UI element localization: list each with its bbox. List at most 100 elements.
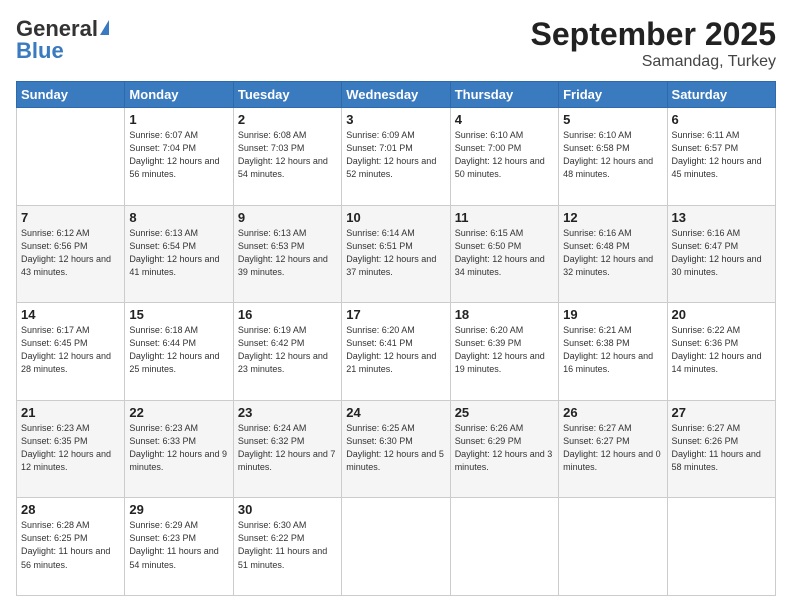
- sunset-text: Sunset: 6:39 PM: [455, 338, 522, 348]
- sunrise-text: Sunrise: 6:13 AM: [129, 228, 198, 238]
- logo-blue: Blue: [16, 38, 64, 64]
- day-info: Sunrise: 6:17 AM Sunset: 6:45 PM Dayligh…: [21, 324, 120, 376]
- sunset-text: Sunset: 6:50 PM: [455, 241, 522, 251]
- sunset-text: Sunset: 6:42 PM: [238, 338, 305, 348]
- day-info: Sunrise: 6:11 AM Sunset: 6:57 PM Dayligh…: [672, 129, 771, 181]
- calendar-cell: 8 Sunrise: 6:13 AM Sunset: 6:54 PM Dayli…: [125, 205, 233, 303]
- day-info: Sunrise: 6:26 AM Sunset: 6:29 PM Dayligh…: [455, 422, 554, 474]
- day-info: Sunrise: 6:23 AM Sunset: 6:35 PM Dayligh…: [21, 422, 120, 474]
- sunset-text: Sunset: 6:30 PM: [346, 436, 413, 446]
- day-info: Sunrise: 6:10 AM Sunset: 6:58 PM Dayligh…: [563, 129, 662, 181]
- day-info: Sunrise: 6:29 AM Sunset: 6:23 PM Dayligh…: [129, 519, 228, 571]
- sunrise-text: Sunrise: 6:24 AM: [238, 423, 307, 433]
- calendar-cell: 17 Sunrise: 6:20 AM Sunset: 6:41 PM Dayl…: [342, 303, 450, 401]
- calendar-cell: 28 Sunrise: 6:28 AM Sunset: 6:25 PM Dayl…: [17, 498, 125, 596]
- day-info: Sunrise: 6:16 AM Sunset: 6:47 PM Dayligh…: [672, 227, 771, 279]
- header-tuesday: Tuesday: [233, 82, 341, 108]
- sunset-text: Sunset: 7:01 PM: [346, 143, 413, 153]
- page-header: General Blue September 2025 Samandag, Tu…: [16, 16, 776, 71]
- daylight-text: Daylight: 12 hours and 56 minutes.: [129, 156, 219, 179]
- daylight-text: Daylight: 12 hours and 32 minutes.: [563, 254, 653, 277]
- daylight-text: Daylight: 12 hours and 41 minutes.: [129, 254, 219, 277]
- calendar-cell: 25 Sunrise: 6:26 AM Sunset: 6:29 PM Dayl…: [450, 400, 558, 498]
- sunset-text: Sunset: 6:48 PM: [563, 241, 630, 251]
- sunrise-text: Sunrise: 6:23 AM: [21, 423, 90, 433]
- daylight-text: Daylight: 12 hours and 43 minutes.: [21, 254, 111, 277]
- calendar-cell: 27 Sunrise: 6:27 AM Sunset: 6:26 PM Dayl…: [667, 400, 775, 498]
- sunrise-text: Sunrise: 6:08 AM: [238, 130, 307, 140]
- daylight-text: Daylight: 12 hours and 30 minutes.: [672, 254, 762, 277]
- daylight-text: Daylight: 12 hours and 39 minutes.: [238, 254, 328, 277]
- sunrise-text: Sunrise: 6:20 AM: [455, 325, 524, 335]
- daylight-text: Daylight: 12 hours and 37 minutes.: [346, 254, 436, 277]
- day-number: 12: [563, 210, 662, 225]
- sunrise-text: Sunrise: 6:17 AM: [21, 325, 90, 335]
- calendar-cell: 23 Sunrise: 6:24 AM Sunset: 6:32 PM Dayl…: [233, 400, 341, 498]
- sunset-text: Sunset: 6:47 PM: [672, 241, 739, 251]
- calendar-cell: 13 Sunrise: 6:16 AM Sunset: 6:47 PM Dayl…: [667, 205, 775, 303]
- sunrise-text: Sunrise: 6:23 AM: [129, 423, 198, 433]
- day-info: Sunrise: 6:10 AM Sunset: 7:00 PM Dayligh…: [455, 129, 554, 181]
- calendar-cell: 2 Sunrise: 6:08 AM Sunset: 7:03 PM Dayli…: [233, 108, 341, 206]
- daylight-text: Daylight: 12 hours and 5 minutes.: [346, 449, 444, 472]
- sunrise-text: Sunrise: 6:20 AM: [346, 325, 415, 335]
- sunrise-text: Sunrise: 6:12 AM: [21, 228, 90, 238]
- calendar-cell: 4 Sunrise: 6:10 AM Sunset: 7:00 PM Dayli…: [450, 108, 558, 206]
- daylight-text: Daylight: 12 hours and 7 minutes.: [238, 449, 336, 472]
- calendar-cell: 22 Sunrise: 6:23 AM Sunset: 6:33 PM Dayl…: [125, 400, 233, 498]
- daylight-text: Daylight: 12 hours and 3 minutes.: [455, 449, 553, 472]
- sunset-text: Sunset: 6:54 PM: [129, 241, 196, 251]
- header-saturday: Saturday: [667, 82, 775, 108]
- sunrise-text: Sunrise: 6:28 AM: [21, 520, 90, 530]
- sunset-text: Sunset: 6:23 PM: [129, 533, 196, 543]
- sunrise-text: Sunrise: 6:27 AM: [672, 423, 741, 433]
- sunrise-text: Sunrise: 6:19 AM: [238, 325, 307, 335]
- sunrise-text: Sunrise: 6:11 AM: [672, 130, 740, 140]
- day-number: 23: [238, 405, 337, 420]
- day-number: 19: [563, 307, 662, 322]
- calendar-cell: 6 Sunrise: 6:11 AM Sunset: 6:57 PM Dayli…: [667, 108, 775, 206]
- day-number: 7: [21, 210, 120, 225]
- day-number: 9: [238, 210, 337, 225]
- day-number: 6: [672, 112, 771, 127]
- day-info: Sunrise: 6:19 AM Sunset: 6:42 PM Dayligh…: [238, 324, 337, 376]
- day-number: 28: [21, 502, 120, 517]
- calendar-cell: 11 Sunrise: 6:15 AM Sunset: 6:50 PM Dayl…: [450, 205, 558, 303]
- calendar-table: Sunday Monday Tuesday Wednesday Thursday…: [16, 81, 776, 596]
- sunset-text: Sunset: 6:29 PM: [455, 436, 522, 446]
- calendar-week-row: 1 Sunrise: 6:07 AM Sunset: 7:04 PM Dayli…: [17, 108, 776, 206]
- sunrise-text: Sunrise: 6:10 AM: [563, 130, 632, 140]
- sunrise-text: Sunrise: 6:15 AM: [455, 228, 524, 238]
- logo: General Blue: [16, 16, 109, 64]
- day-info: Sunrise: 6:24 AM Sunset: 6:32 PM Dayligh…: [238, 422, 337, 474]
- day-info: Sunrise: 6:12 AM Sunset: 6:56 PM Dayligh…: [21, 227, 120, 279]
- day-number: 17: [346, 307, 445, 322]
- day-number: 10: [346, 210, 445, 225]
- sunset-text: Sunset: 6:44 PM: [129, 338, 196, 348]
- weekday-header-row: Sunday Monday Tuesday Wednesday Thursday…: [17, 82, 776, 108]
- header-wednesday: Wednesday: [342, 82, 450, 108]
- sunrise-text: Sunrise: 6:14 AM: [346, 228, 415, 238]
- sunrise-text: Sunrise: 6:26 AM: [455, 423, 524, 433]
- calendar-cell: 24 Sunrise: 6:25 AM Sunset: 6:30 PM Dayl…: [342, 400, 450, 498]
- day-info: Sunrise: 6:13 AM Sunset: 6:53 PM Dayligh…: [238, 227, 337, 279]
- daylight-text: Daylight: 12 hours and 12 minutes.: [21, 449, 111, 472]
- sunset-text: Sunset: 6:38 PM: [563, 338, 630, 348]
- daylight-text: Daylight: 12 hours and 14 minutes.: [672, 351, 762, 374]
- day-info: Sunrise: 6:22 AM Sunset: 6:36 PM Dayligh…: [672, 324, 771, 376]
- daylight-text: Daylight: 12 hours and 48 minutes.: [563, 156, 653, 179]
- daylight-text: Daylight: 12 hours and 25 minutes.: [129, 351, 219, 374]
- location-title: Samandag, Turkey: [531, 53, 776, 71]
- sunrise-text: Sunrise: 6:16 AM: [563, 228, 632, 238]
- calendar-cell: 3 Sunrise: 6:09 AM Sunset: 7:01 PM Dayli…: [342, 108, 450, 206]
- sunrise-text: Sunrise: 6:13 AM: [238, 228, 307, 238]
- daylight-text: Daylight: 12 hours and 23 minutes.: [238, 351, 328, 374]
- sunset-text: Sunset: 7:03 PM: [238, 143, 305, 153]
- sunset-text: Sunset: 6:45 PM: [21, 338, 88, 348]
- daylight-text: Daylight: 12 hours and 19 minutes.: [455, 351, 545, 374]
- day-number: 22: [129, 405, 228, 420]
- sunrise-text: Sunrise: 6:22 AM: [672, 325, 741, 335]
- day-info: Sunrise: 6:20 AM Sunset: 6:41 PM Dayligh…: [346, 324, 445, 376]
- calendar-cell: 1 Sunrise: 6:07 AM Sunset: 7:04 PM Dayli…: [125, 108, 233, 206]
- calendar-cell: [450, 498, 558, 596]
